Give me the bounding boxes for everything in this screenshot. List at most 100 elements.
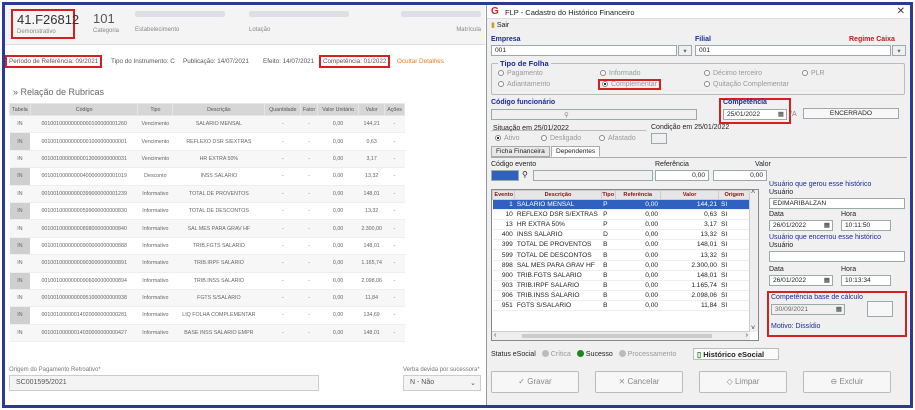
tab-dependentes[interactable]: Dependentes [551, 146, 601, 157]
historico-esocial-button[interactable]: ▯ Histórico eSocial [693, 348, 779, 360]
tab-ficha-financeira[interactable]: Ficha Financeira [491, 146, 550, 157]
radio-adiantamento[interactable]: Adiantamento [498, 81, 550, 88]
grid-row[interactable]: 1 SALARIO MENSAL P 0,00 144,21 SI [492, 199, 750, 211]
table-row[interactable]: IN 00100100000000001000000000001 Venciment… [9, 132, 405, 151]
table-cell: - [300, 185, 318, 203]
radio-ativo[interactable]: Ativo [495, 135, 520, 142]
chevron-left-icon[interactable]: ‹ [494, 332, 496, 339]
usuario-gerou-field: EDIMARIBALZAN [769, 198, 905, 209]
limpar-button[interactable]: ◇ Limpar [699, 371, 787, 393]
tipo-folha-title: Tipo de Folha [498, 59, 551, 68]
table-row[interactable]: IN 00100100000014020000000000281 Informati… [9, 306, 405, 325]
radio-complementar[interactable]: Complementar [598, 79, 661, 90]
codigo-funcionario-field[interactable]: ⚲ [491, 109, 697, 120]
radio-pagamento[interactable]: Pagamento [498, 70, 543, 77]
calendar-icon[interactable]: ▦ [824, 221, 830, 229]
radio-label: Décimo terceiro [713, 70, 763, 77]
table-cell: 2.300,00 [358, 219, 385, 238]
empresa-field[interactable]: 001 [491, 45, 677, 56]
calendar-icon[interactable]: ▦ [824, 276, 830, 284]
column-header: Descrição [172, 103, 266, 116]
competencia-field[interactable]: 25/01/2022 ▦ [723, 109, 787, 120]
close-button[interactable]: ✕ [897, 6, 905, 17]
table-row[interactable]: IN 00100100000000906000000000894 Informati… [9, 272, 405, 290]
table-row[interactable]: IN 00100100000000013000000000031 Venciment… [9, 150, 405, 169]
table-row[interactable]: IN 00100100000014030000000000427 Informati… [9, 324, 405, 343]
grid-row[interactable]: 13 HR EXTRA 50% P 0,00 3,17 SI [492, 219, 750, 231]
table-row[interactable]: IN 00100100000000898000000000840 Informati… [9, 219, 405, 238]
radio-quitacao-complementar[interactable]: Quitação Complementar [704, 81, 789, 88]
referencia-field[interactable]: 0,00 [655, 170, 709, 181]
table-cell: - [384, 185, 405, 203]
grid-cell: SI [718, 209, 750, 221]
grid-row[interactable]: 399 TOTAL DE PROVENTOS B 0,00 148,01 SI [492, 239, 750, 251]
grid-row[interactable]: 400 INSS SALARIO D 0,00 13,32 SI [492, 229, 750, 241]
table-row[interactable]: IN 00100100000000903000000000891 Informati… [9, 254, 405, 273]
radio-informado[interactable]: Informado [600, 70, 641, 77]
table-row[interactable]: IN 00100100000000599000000000830 Informati… [9, 202, 405, 221]
chevron-up-icon[interactable]: ˄ [751, 190, 755, 196]
grid-row[interactable]: 906 TRIB.INSS SALARIO B 0,00 2.098,06 SI [492, 290, 750, 301]
table-row[interactable]: IN 00100100000000000100000001260 Venciment… [9, 115, 405, 134]
horizontal-scrollbar[interactable]: ‹ › [492, 331, 750, 340]
grid-row[interactable]: 900 TRIB.FGTS SALARIO B 0,00 148,01 SI [492, 270, 750, 281]
valor-field[interactable]: 0,00 [713, 170, 767, 181]
grid-row[interactable]: 599 TOTAL DE DESCONTOS B 0,00 13,32 SI [492, 249, 750, 261]
sair-button[interactable]: ▮ Sair [491, 21, 509, 33]
grid-cell: SI [718, 229, 750, 241]
grid-cell: TRIB.INSS SALARIO [514, 290, 602, 301]
chevron-down-icon[interactable]: ˅ [751, 325, 755, 332]
gravar-button[interactable]: ✓ Gravar [491, 371, 579, 393]
table-cell: - [300, 132, 318, 151]
table-cell: IN [9, 306, 31, 325]
radio-afastado[interactable]: Afastado [599, 135, 636, 142]
grid-row[interactable]: 951 FGTS S/SALARIO B 0,00 11,84 SI [492, 300, 750, 312]
table-cell: Informativo [137, 324, 173, 343]
filial-dropdown-button[interactable]: ▾ [892, 45, 906, 56]
estabelecimento-tile: Estabelecimento [135, 11, 225, 33]
competencia-base-label: Competência base de cálculo [771, 294, 863, 301]
calendar-icon[interactable]: ▦ [836, 305, 842, 313]
vertical-scrollbar[interactable]: ˄ ˅ [749, 190, 758, 332]
ocultar-detalhes-link[interactable]: Ocultar Detalhes [397, 58, 444, 65]
grid-row[interactable]: 10 REFLEXO DSR S/EXTRAS P 0,00 0,63 SI [492, 209, 750, 221]
condicao-field[interactable] [651, 133, 667, 144]
grid-row[interactable]: 898 SAL MES PARA GRAV HF B 0,00 2.300,00 SI [492, 260, 750, 271]
dialog-titlebar: G FLP - Cadastro do Histórico Financeiro… [487, 5, 910, 19]
competencia-base-value: 30/09/2021 [775, 306, 809, 313]
cancelar-button[interactable]: ⨯ Cancelar [595, 371, 683, 393]
verba-select[interactable]: N - Não ⌄ [403, 375, 481, 391]
estabelecimento-label: Estabelecimento [135, 27, 180, 33]
table-row[interactable]: IN 00100100000000900000000000888 Informati… [9, 237, 405, 256]
competencia-base-field[interactable]: 30/09/2021 ▦ [771, 304, 845, 315]
table-cell: - [264, 306, 301, 325]
table-cell: - [264, 237, 301, 256]
table-row[interactable]: IN 00100100000000400000000001019 Desconto I… [9, 167, 405, 186]
app-logo-icon: G [491, 6, 499, 17]
competencia-info: Competência: 01/2022 [319, 55, 391, 68]
search-events-icon[interactable]: ⚲ [522, 170, 528, 179]
filial-field[interactable]: 001 [695, 45, 891, 56]
radio-decimo-terceiro[interactable]: Décimo terceiro [704, 70, 762, 77]
chevron-right-icon[interactable]: › [746, 332, 748, 339]
grid-row[interactable]: 903 TRIB.IRPF SALARIO B 0,00 1.165,74 SI [492, 280, 750, 291]
origem-field[interactable]: SC001595/2021 [9, 375, 319, 391]
calendar-icon[interactable]: ▦ [778, 110, 784, 118]
codigo-evento-field[interactable] [491, 170, 519, 181]
status-esocial-label: Status eSocial [491, 351, 536, 358]
table-cell: 148,01 [358, 324, 385, 343]
table-row[interactable]: IN 00100100000000399000000001239 Informati… [9, 185, 405, 203]
scroll-thumb[interactable] [522, 334, 712, 338]
radio-desligado[interactable]: Desligado [541, 135, 581, 142]
table-cell: IN [9, 272, 31, 290]
empresa-dropdown-button[interactable]: ▾ [678, 45, 692, 56]
competencia-base-button[interactable] [867, 301, 893, 317]
filial-label: Filial [695, 36, 711, 43]
radio-plr[interactable]: PLR [802, 70, 825, 77]
codigo-funcionario-label: Código funcionário [491, 99, 556, 106]
table-cell: IN [9, 185, 31, 203]
table-cell: Vencimento [137, 132, 173, 151]
regime-caixa-label: Regime Caixa [849, 36, 895, 43]
excluir-button[interactable]: ⊖ Excluir [803, 371, 891, 393]
table-row[interactable]: IN 00100100000000951000000000938 Informati… [9, 289, 405, 308]
